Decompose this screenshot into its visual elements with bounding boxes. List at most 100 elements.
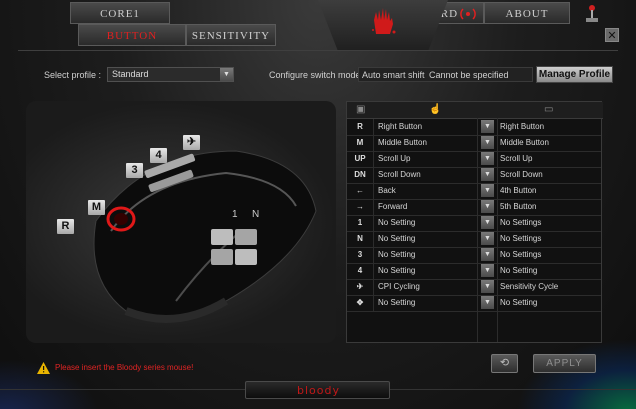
mouse-header-icon: ▣ [356,104,366,115]
warning-icon [37,362,50,374]
assigned-function: No Setting [378,218,416,227]
button-key-icon: → [347,199,374,215]
chevron-down-icon[interactable]: ▼ [481,120,494,133]
chevron-down-icon[interactable]: ▼ [481,280,494,293]
edge-glow [516,339,636,409]
default-function: Middle Button [500,138,549,147]
default-function: No Setting [500,266,538,275]
brand-logo: bloody [297,384,340,397]
assigned-function: Right Button [378,122,423,131]
assigned-function: No Setting [378,266,416,275]
tab-button[interactable]: BUTTON [78,24,186,46]
configure-mode-label: Configure switch mode : [269,70,366,80]
default-function: No Setting [500,298,538,307]
table-row: → Forward ▼ 5th Button [347,199,601,216]
chevron-down-icon[interactable]: ▼ [481,136,494,149]
assigned-function: Forward [378,202,408,211]
assigned-function: Middle Button [378,138,427,147]
chevron-down-icon[interactable]: ▼ [220,68,233,81]
refresh-icon: ⟲ [499,357,510,369]
assigned-function: No Setting [378,250,416,259]
table-row: 4 No Setting ▼ No Setting [347,263,601,280]
svg-text:N: N [252,209,259,220]
assigned-function: Scroll Down [378,170,421,179]
key-badge-r[interactable]: R [57,219,74,234]
key-badge-cpi[interactable]: ✈ [183,135,200,150]
default-function: 4th Button [500,186,537,195]
key-badge-3[interactable]: 3 [126,163,143,178]
button-key-icon: R [347,119,374,135]
button-mapping-table: ▣ ☝ ▭ R Right Button ▼ Right Button M Middle … [346,101,603,343]
app-window: CORE1 BUTTON SENSITIVITY GUARD ABOUT ✕ S… [0,0,636,409]
chevron-down-icon[interactable]: ▼ [481,296,494,309]
button-key-icon: UP [347,151,374,167]
bloody-hand-logo-icon [372,8,396,34]
button-key-icon: 3 [347,247,374,263]
chevron-down-icon[interactable]: ▼ [481,264,494,277]
default-function: No Settings [500,234,542,243]
table-row: DN Scroll Down ▼ Scroll Down [347,167,601,184]
chevron-down-icon[interactable]: ▼ [481,184,494,197]
default-function: Scroll Up [500,154,533,163]
assigned-function: No Setting [378,234,416,243]
assigned-function: Back [378,186,396,195]
tab-bar: CORE1 BUTTON SENSITIVITY GUARD ABOUT [70,0,570,50]
configure-mode-note: Cannot be specified [429,70,509,80]
svg-text:1: 1 [232,209,238,220]
refresh-button[interactable]: ⟲ [491,354,518,373]
tab-core1[interactable]: CORE1 [70,2,170,24]
divider [18,50,618,51]
button-key-icon: DN [347,167,374,183]
button-key-icon: M [347,135,374,151]
button-key-icon: N [347,231,374,247]
chevron-down-icon[interactable]: ▼ [481,248,494,261]
manage-profile-button[interactable]: Manage Profile [536,66,613,83]
default-function: 5th Button [500,202,537,211]
monitor-header-icon: ▭ [544,104,554,115]
default-function: No Settings [500,218,542,227]
button-key-icon: ← [347,183,374,199]
profile-label: Select profile : [44,70,102,80]
tab-sensitivity[interactable]: SENSITIVITY [186,24,276,46]
hand-header-icon: ☝ [429,104,442,115]
logo-shield [318,0,448,50]
profile-select[interactable]: Standard ▼ [107,67,234,82]
apply-button[interactable]: APPLY [533,354,596,373]
chevron-down-icon[interactable]: ▼ [481,152,494,165]
configure-mode-value: Auto smart shift [362,70,425,80]
table-row: ← Back ▼ 4th Button [347,183,601,200]
warning-message: Please insert the Bloody series mouse! [55,363,194,372]
close-window-icon[interactable]: ✕ [605,28,619,42]
default-function: Sensitivity Cycle [500,282,559,291]
default-function: Right Button [500,122,545,131]
chevron-down-icon[interactable]: ▼ [481,168,494,181]
table-row: R Right Button ▼ Right Button [347,119,601,136]
guard-signal-icon [460,8,476,20]
button-key-icon: 1 [347,215,374,231]
table-row: M Middle Button ▼ Middle Button [347,135,601,152]
table-row: UP Scroll Up ▼ Scroll Up [347,151,601,168]
key-badge-m[interactable]: M [88,200,105,215]
table-header: ▣ ☝ ▭ [347,102,603,119]
default-function: No Settings [500,250,542,259]
assigned-function: CPI Cycling [378,282,420,291]
table-row: ✈ CPI Cycling ▼ Sensitivity Cycle [347,279,601,296]
table-row: N No Setting ▼ No Settings [347,231,601,248]
table-row: 1 No Setting ▼ No Settings [347,215,601,232]
chevron-down-icon[interactable]: ▼ [481,232,494,245]
assigned-function: Scroll Up [378,154,411,163]
chevron-down-icon[interactable]: ▼ [481,200,494,213]
button-key-icon: 4 [347,263,374,279]
brand-bar: bloody [245,381,390,399]
table-row: 3 No Setting ▼ No Settings [347,247,601,264]
joystick-icon[interactable] [584,4,600,24]
assigned-function: No Setting [378,298,416,307]
table-row: ✥ No Setting ▼ No Setting [347,295,601,312]
button-key-icon: ✥ [347,295,374,311]
default-function: Scroll Down [500,170,543,179]
tab-about[interactable]: ABOUT [484,2,570,24]
profile-select-value: Standard [112,69,149,79]
key-badge-4[interactable]: 4 [150,148,167,163]
mouse-preview: 1 N R M 3 4 ✈ [26,101,336,343]
chevron-down-icon[interactable]: ▼ [481,216,494,229]
